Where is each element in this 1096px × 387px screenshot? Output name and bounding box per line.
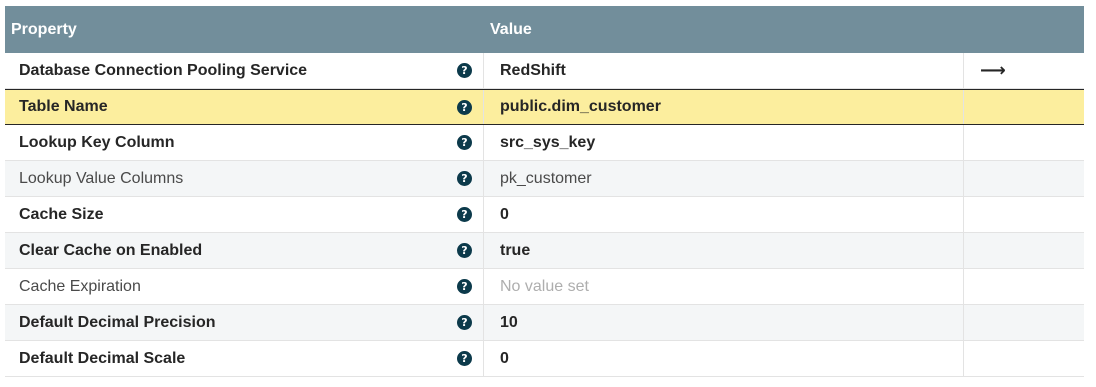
property-value: 0: [500, 205, 509, 223]
help-icon[interactable]: ?: [457, 63, 472, 78]
value-cell[interactable]: public.dim_customer: [484, 90, 964, 124]
value-cell[interactable]: 10: [484, 305, 964, 340]
actions-cell: [964, 233, 1084, 268]
property-row[interactable]: Cache Size ? 0: [5, 197, 1084, 233]
value-cell[interactable]: RedShift: [484, 53, 964, 88]
property-name: Lookup Key Column: [19, 133, 175, 151]
help-icon[interactable]: ?: [457, 315, 472, 330]
value-cell[interactable]: src_sys_key: [484, 125, 964, 160]
actions-cell: ⟶: [964, 53, 1084, 88]
property-cell: Lookup Key Column ?: [5, 125, 484, 160]
help-icon[interactable]: ?: [457, 351, 472, 366]
property-row[interactable]: Lookup Value Columns ? pk_customer: [5, 161, 1084, 197]
property-cell: Cache Expiration ?: [5, 269, 484, 304]
property-row[interactable]: Lookup Key Column ? src_sys_key: [5, 125, 1084, 161]
actions-cell: [964, 197, 1084, 232]
property-row[interactable]: Default Decimal Scale ? 0: [5, 341, 1084, 377]
grid-header: Property Value: [5, 6, 1084, 53]
property-row[interactable]: Database Connection Pooling Service ? Re…: [5, 53, 1084, 89]
actions-cell: [964, 90, 1084, 124]
help-icon[interactable]: ?: [457, 171, 472, 186]
properties-grid: Property Value Database Connection Pooli…: [5, 6, 1084, 377]
property-name: Lookup Value Columns: [19, 169, 184, 187]
help-icon[interactable]: ?: [457, 279, 472, 294]
value-cell[interactable]: true: [484, 233, 964, 268]
property-cell: Default Decimal Precision ?: [5, 305, 484, 340]
help-icon[interactable]: ?: [457, 99, 472, 115]
property-cell: Lookup Value Columns ?: [5, 161, 484, 196]
property-value: 0: [500, 349, 509, 367]
property-name: Cache Expiration: [19, 277, 141, 295]
property-name: Database Connection Pooling Service: [19, 61, 308, 79]
actions-cell: [964, 161, 1084, 196]
value-cell[interactable]: pk_customer: [484, 161, 964, 196]
property-row[interactable]: Cache Expiration ? No value set: [5, 269, 1084, 305]
property-cell: Cache Size ?: [5, 197, 484, 232]
property-row[interactable]: Clear Cache on Enabled ? true: [5, 233, 1084, 269]
actions-cell: [964, 305, 1084, 340]
actions-cell: [964, 269, 1084, 304]
property-value: src_sys_key: [500, 133, 596, 151]
value-cell[interactable]: 0: [484, 341, 964, 376]
property-cell: Table Name ?: [5, 90, 484, 124]
property-value-unset: No value set: [500, 277, 589, 295]
property-value: pk_customer: [500, 169, 592, 187]
actions-cell: [964, 341, 1084, 376]
property-value: public.dim_customer: [500, 98, 661, 115]
help-icon[interactable]: ?: [457, 207, 472, 222]
property-row-selected[interactable]: Table Name ? public.dim_customer: [5, 89, 1084, 125]
column-header-property[interactable]: Property: [5, 21, 484, 39]
value-cell[interactable]: No value set: [484, 269, 964, 304]
help-icon[interactable]: ?: [457, 135, 472, 150]
property-name: Clear Cache on Enabled: [19, 241, 203, 259]
property-value: 10: [500, 313, 518, 331]
property-cell: Default Decimal Scale ?: [5, 341, 484, 376]
property-value: true: [500, 241, 531, 259]
actions-cell: [964, 125, 1084, 160]
property-value: RedShift: [500, 61, 566, 79]
property-row[interactable]: Default Decimal Precision ? 10: [5, 305, 1084, 341]
value-cell[interactable]: 0: [484, 197, 964, 232]
property-name: Default Decimal Scale: [19, 349, 186, 367]
property-name: Cache Size: [19, 205, 104, 223]
help-icon[interactable]: ?: [457, 243, 472, 258]
property-name: Default Decimal Precision: [19, 313, 216, 331]
property-cell: Database Connection Pooling Service ?: [5, 53, 484, 88]
go-to-arrow-icon[interactable]: ⟶: [980, 60, 1006, 81]
property-name: Table Name: [19, 98, 108, 115]
column-header-value[interactable]: Value: [484, 21, 964, 39]
property-cell: Clear Cache on Enabled ?: [5, 233, 484, 268]
